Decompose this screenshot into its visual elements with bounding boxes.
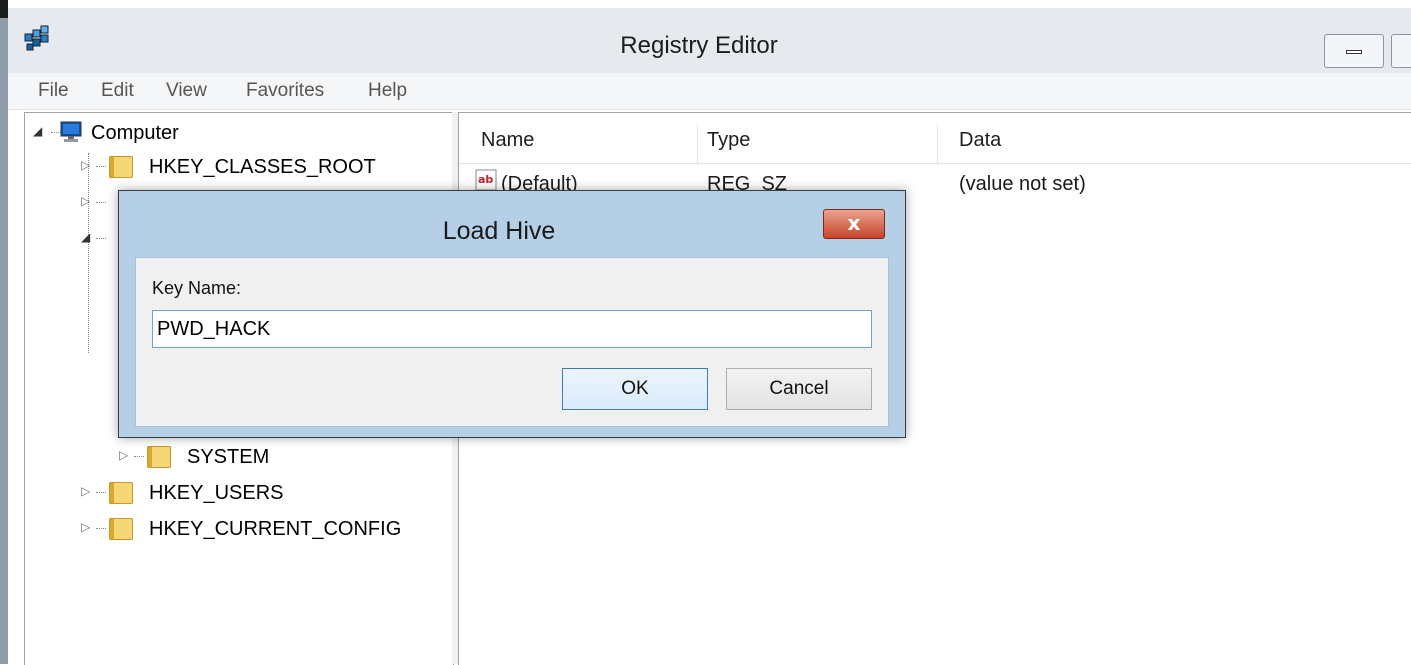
tree-connector <box>96 528 106 529</box>
tree-node-hkey-classes-root[interactable]: ▷ HKEY_CLASSES_ROOT <box>81 153 441 183</box>
tree-connector <box>134 456 144 457</box>
tree-node-computer[interactable]: ◢ Computer <box>33 119 333 149</box>
menu-bar: File Edit View Favorites Help <box>8 73 1411 110</box>
title-bar[interactable]: Registry Editor <box>8 8 1411 74</box>
tree-connector <box>96 166 106 167</box>
expanded-arrow-icon: ◢ <box>33 124 43 138</box>
collapsed-arrow-icon: ▷ <box>81 158 91 172</box>
string-value-icon: ab <box>475 169 497 191</box>
menu-edit[interactable]: Edit <box>101 80 134 102</box>
tree-label: HKEY_USERS <box>149 482 284 504</box>
tree-connector <box>96 238 106 239</box>
column-separator[interactable] <box>697 125 698 165</box>
column-header-name[interactable]: Name <box>481 129 534 152</box>
expanded-arrow-icon: ◢ <box>81 230 91 244</box>
dialog-title: Load Hive <box>442 217 556 245</box>
window-left-border <box>0 0 8 664</box>
tree-connector <box>96 202 106 203</box>
key-name-input[interactable] <box>152 310 872 348</box>
cancel-button[interactable]: Cancel <box>726 368 872 410</box>
minimize-button[interactable] <box>1324 34 1384 68</box>
minimize-icon <box>1346 50 1362 54</box>
dialog-close-button[interactable]: x <box>823 209 885 239</box>
menu-help[interactable]: Help <box>368 80 407 102</box>
dialog-body: Key Name: OK Cancel <box>135 257 889 427</box>
maximize-button[interactable] <box>1391 34 1411 68</box>
tree-label: SYSTEM <box>187 446 270 468</box>
computer-icon <box>60 121 82 142</box>
tree-node-system[interactable]: ▷ SYSTEM <box>119 443 419 473</box>
folder-icon <box>109 156 133 178</box>
folder-icon <box>147 446 171 468</box>
load-hive-dialog: Load Hive x Key Name: OK Cancel <box>118 190 906 438</box>
menu-file[interactable]: File <box>38 80 69 102</box>
menu-view[interactable]: View <box>166 80 207 102</box>
column-header-data[interactable]: Data <box>959 129 1001 152</box>
column-header-type[interactable]: Type <box>707 129 750 152</box>
collapsed-arrow-icon: ▷ <box>119 448 129 462</box>
window-title: Registry Editor <box>620 32 778 59</box>
ok-button[interactable]: OK <box>562 368 708 410</box>
menu-favorites[interactable]: Favorites <box>246 80 324 102</box>
svg-text:ab: ab <box>478 173 493 186</box>
close-icon: x <box>847 211 861 235</box>
header-divider <box>459 163 1411 164</box>
key-name-label: Key Name: <box>152 278 242 298</box>
column-separator[interactable] <box>937 125 938 165</box>
tree-label-computer: Computer <box>91 122 179 144</box>
tree-connector <box>96 492 106 493</box>
tree-label: HKEY_CURRENT_CONFIG <box>149 518 402 540</box>
tree-node-hkey-current-config[interactable]: ▷ HKEY_CURRENT_CONFIG <box>81 515 441 545</box>
folder-icon <box>109 482 133 504</box>
row-data: (value not set) <box>959 173 1086 195</box>
window-corner <box>0 0 8 18</box>
collapsed-arrow-icon: ▷ <box>81 520 91 534</box>
tree-node-hkey-users[interactable]: ▷ HKEY_USERS <box>81 479 381 509</box>
tree-label: HKEY_CLASSES_ROOT <box>149 156 376 178</box>
folder-icon <box>109 518 133 540</box>
collapsed-arrow-icon: ▷ <box>81 484 91 498</box>
collapsed-arrow-icon: ▷ <box>81 194 91 208</box>
